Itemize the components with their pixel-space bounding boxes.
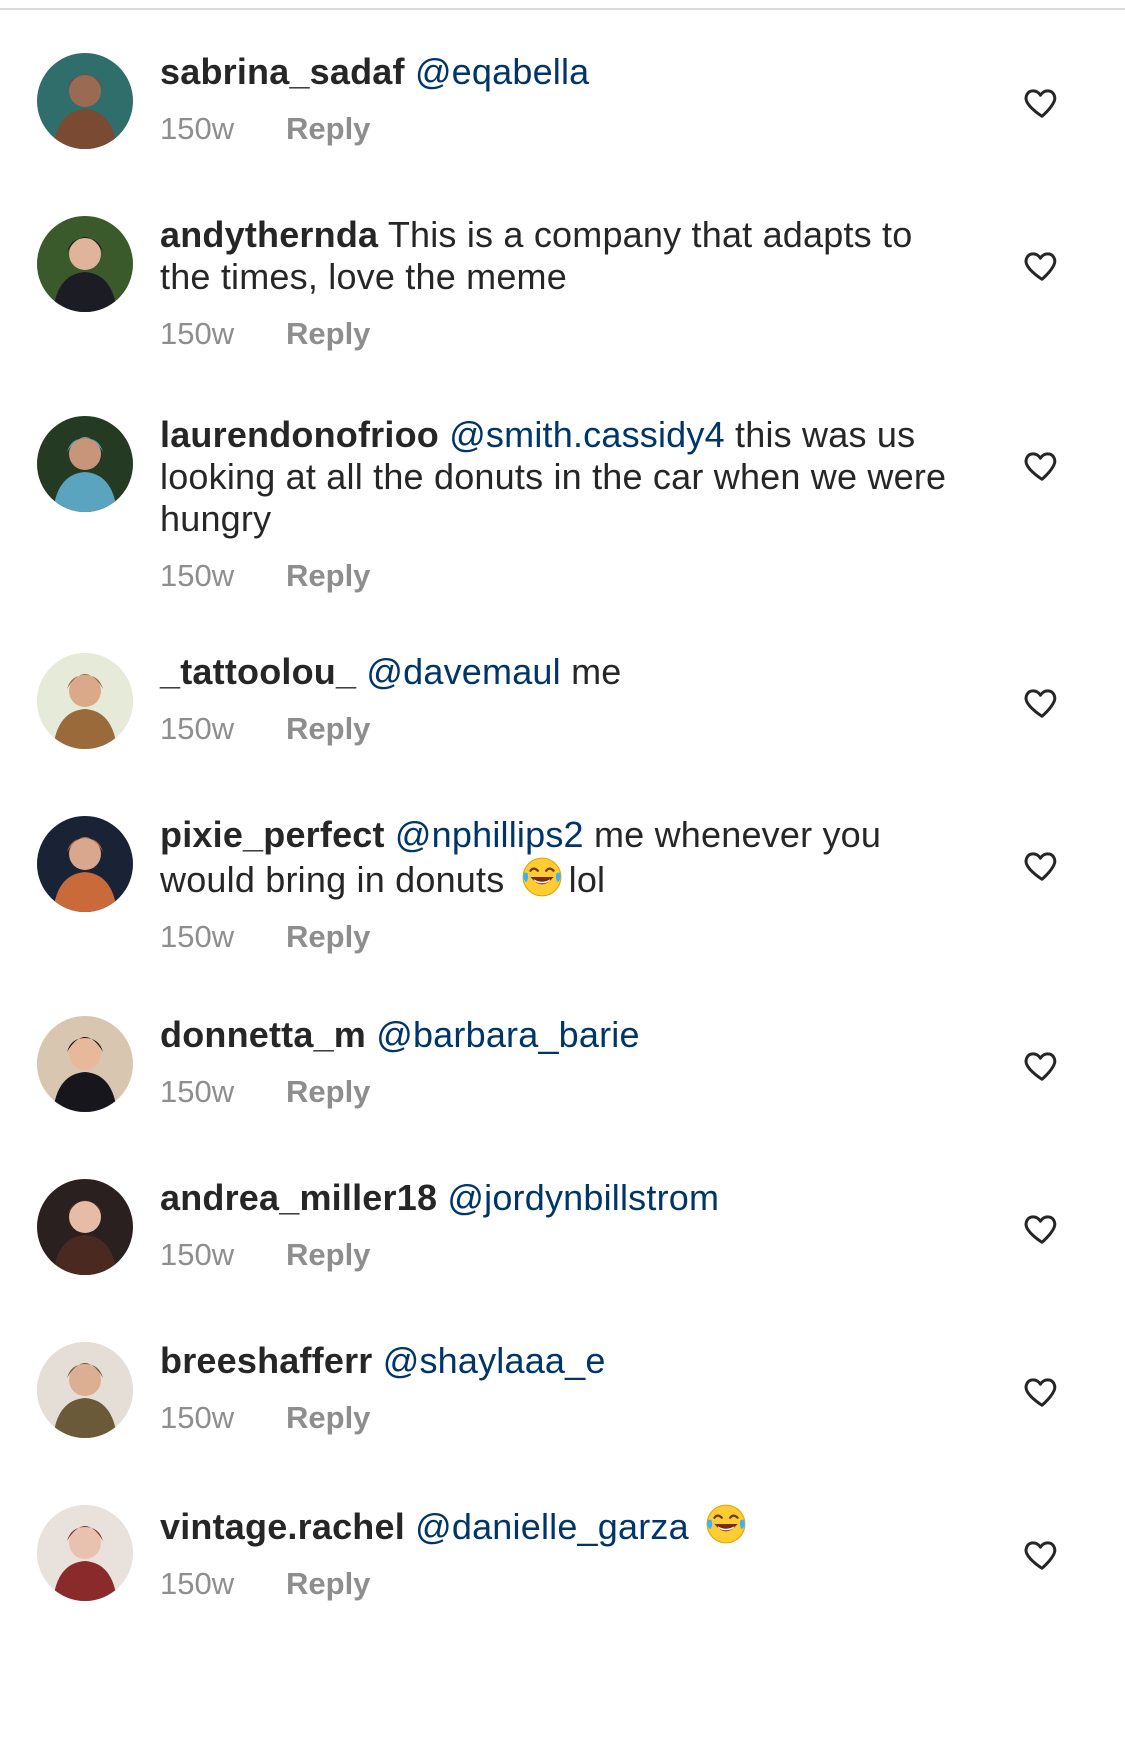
comment-meta: 150w Reply — [160, 1566, 960, 1602]
comment-username[interactable]: laurendonofrioo — [160, 414, 439, 455]
avatar[interactable] — [37, 1505, 133, 1601]
comment-body: laurendonofrioo @smith.cassidy4 this was… — [160, 414, 960, 594]
comment-text: vintage.rachel @danielle_garza — [160, 1503, 960, 1548]
comment-meta: 150w Reply — [160, 111, 960, 147]
comment-body: andrea_miller18 @jordynbillstrom 150w Repl… — [160, 1177, 960, 1273]
comment-text: sabrina_sadaf @eqabella — [160, 51, 960, 93]
reply-button[interactable]: Reply — [286, 1566, 370, 1601]
comment-timestamp: 150w — [160, 111, 235, 146]
comment-body: donnetta_m @barbara_barie 150w Reply — [160, 1014, 960, 1110]
face-with-tears-of-joy-icon — [521, 856, 563, 898]
comment-meta: 150w Reply — [160, 1400, 960, 1436]
heart-outline-icon[interactable] — [1023, 1535, 1061, 1573]
comment-body: pixie_perfect @nphillips2 me whenever yo… — [160, 814, 960, 955]
comment-trailing-text: lol — [568, 859, 606, 900]
reply-button[interactable]: Reply — [286, 111, 370, 146]
comment-body: breeshafferr @shaylaaa_e 150w Reply — [160, 1340, 960, 1436]
comment-mention[interactable]: @eqabella — [415, 51, 589, 92]
comment-meta: 150w Reply — [160, 558, 960, 594]
comment-username[interactable]: pixie_perfect — [160, 814, 385, 855]
comment-timestamp: 150w — [160, 711, 235, 746]
comment-mention[interactable]: @shaylaaa_e — [383, 1340, 606, 1381]
comment-body: vintage.rachel @danielle_garza 150w Reply — [160, 1503, 960, 1602]
avatar[interactable] — [37, 53, 133, 149]
comment-meta: 150w Reply — [160, 1074, 960, 1110]
avatar[interactable] — [37, 216, 133, 312]
comment-message: me — [571, 651, 622, 692]
face-with-tears-of-joy-icon — [705, 1503, 747, 1545]
comment-body: sabrina_sadaf @eqabella 150w Reply — [160, 51, 960, 147]
comment-text: pixie_perfect @nphillips2 me whenever yo… — [160, 814, 960, 901]
reply-button[interactable]: Reply — [286, 1074, 370, 1109]
comment-username[interactable]: vintage.rachel — [160, 1506, 405, 1547]
comment-timestamp: 150w — [160, 919, 235, 954]
avatar[interactable] — [37, 653, 133, 749]
comment-body: _tattoolou_ @davemaul me 150w Reply — [160, 651, 960, 747]
comment-text: andythernda This is a company that adapt… — [160, 214, 960, 298]
comment-mention[interactable]: @smith.cassidy4 — [449, 414, 725, 455]
comment-mention[interactable]: @barbara_barie — [376, 1014, 640, 1055]
comment-username[interactable]: sabrina_sadaf — [160, 51, 405, 92]
avatar[interactable] — [37, 1179, 133, 1275]
comment-text: breeshafferr @shaylaaa_e — [160, 1340, 960, 1382]
comment-timestamp: 150w — [160, 1237, 235, 1272]
heart-outline-icon[interactable] — [1023, 1372, 1061, 1410]
comment-meta: 150w Reply — [160, 1237, 960, 1273]
comment-meta: 150w Reply — [160, 316, 960, 352]
comment-mention[interactable]: @nphillips2 — [395, 814, 584, 855]
avatar[interactable] — [37, 1016, 133, 1112]
avatar[interactable] — [37, 416, 133, 512]
heart-outline-icon[interactable] — [1023, 83, 1061, 121]
comment-timestamp: 150w — [160, 1074, 235, 1109]
heart-outline-icon[interactable] — [1023, 246, 1061, 284]
comment-username[interactable]: andrea_miller18 — [160, 1177, 437, 1218]
comment-timestamp: 150w — [160, 558, 235, 593]
reply-button[interactable]: Reply — [286, 919, 370, 954]
comment-text: donnetta_m @barbara_barie — [160, 1014, 960, 1056]
heart-outline-icon[interactable] — [1023, 446, 1061, 484]
comment-text: laurendonofrioo @smith.cassidy4 this was… — [160, 414, 960, 540]
reply-button[interactable]: Reply — [286, 558, 370, 593]
comment-mention[interactable]: @danielle_garza — [415, 1506, 689, 1547]
comment-username[interactable]: andythernda — [160, 214, 378, 255]
comment-meta: 150w Reply — [160, 711, 960, 747]
comment-timestamp: 150w — [160, 1566, 235, 1601]
heart-outline-icon[interactable] — [1023, 1046, 1061, 1084]
comment-meta: 150w Reply — [160, 919, 960, 955]
comment-mention[interactable]: @davemaul — [366, 651, 560, 692]
reply-button[interactable]: Reply — [286, 316, 370, 351]
avatar[interactable] — [37, 816, 133, 912]
avatar[interactable] — [37, 1342, 133, 1438]
comment-timestamp: 150w — [160, 316, 235, 351]
comment-username[interactable]: _tattoolou_ — [160, 651, 356, 692]
comment-text: _tattoolou_ @davemaul me — [160, 651, 960, 693]
reply-button[interactable]: Reply — [286, 1400, 370, 1435]
comment-mention[interactable]: @jordynbillstrom — [447, 1177, 719, 1218]
reply-button[interactable]: Reply — [286, 1237, 370, 1272]
comment-list: sabrina_sadaf @eqabella 150w Reply andyther… — [0, 0, 1125, 1763]
heart-outline-icon[interactable] — [1023, 683, 1061, 721]
heart-outline-icon[interactable] — [1023, 846, 1061, 884]
comment-body: andythernda This is a company that adapt… — [160, 214, 960, 352]
comment-timestamp: 150w — [160, 1400, 235, 1435]
comment-username[interactable]: breeshafferr — [160, 1340, 373, 1381]
comment-username[interactable]: donnetta_m — [160, 1014, 366, 1055]
heart-outline-icon[interactable] — [1023, 1209, 1061, 1247]
reply-button[interactable]: Reply — [286, 711, 370, 746]
comment-text: andrea_miller18 @jordynbillstrom — [160, 1177, 960, 1219]
